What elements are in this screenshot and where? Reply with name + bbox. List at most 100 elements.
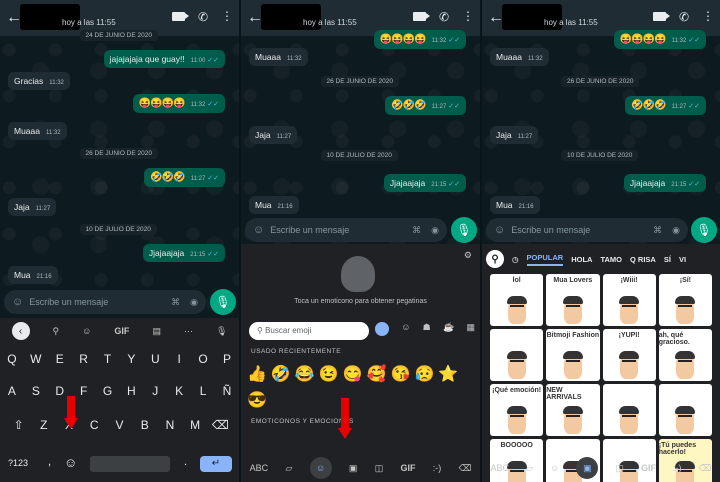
bitmoji-sticker[interactable]: ¡Sí!: [658, 274, 712, 326]
people-category-icon[interactable]: ☗: [423, 322, 431, 336]
emoji-icon[interactable]: ☺: [253, 224, 264, 236]
emoji-tab-icon[interactable]: ☺: [550, 463, 559, 473]
camera-icon[interactable]: ◉: [672, 225, 680, 236]
abc-button[interactable]: ABC: [250, 463, 269, 473]
mic-button[interactable]: 🎙: [210, 289, 236, 315]
emoji-icon[interactable]: ☺: [494, 224, 505, 236]
message-input[interactable]: ☺ Escribe un mensaje ⌘ ◉: [486, 218, 688, 242]
gif-button[interactable]: GIF: [641, 463, 656, 473]
key-y[interactable]: Y: [121, 352, 141, 366]
bitmoji-sticker[interactable]: lol: [490, 274, 544, 326]
backspace-icon[interactable]: ⌫: [459, 463, 472, 474]
bitmoji-sticker[interactable]: ¡Qué emoción!: [490, 384, 544, 436]
key-a[interactable]: A: [2, 384, 22, 398]
key-q[interactable]: Q: [2, 352, 22, 366]
key-k[interactable]: K: [169, 384, 189, 398]
bitmoji-sticker[interactable]: [602, 384, 656, 436]
emoticon-button[interactable]: :-): [433, 463, 442, 473]
abc-button[interactable]: ABC: [491, 463, 510, 473]
voice-call-icon[interactable]: ✆: [439, 10, 449, 24]
key-z[interactable]: Z: [34, 418, 54, 432]
bitmoji-sticker[interactable]: Bitmoji Fashion: [546, 329, 600, 381]
sticker-icon[interactable]: ▱: [526, 463, 533, 474]
symbols-key[interactable]: ?123: [8, 458, 28, 468]
key-b[interactable]: B: [135, 418, 155, 432]
key-l[interactable]: L: [193, 384, 213, 398]
emoji-search-input[interactable]: ⚲ Buscar emoji: [249, 322, 369, 340]
attach-icon[interactable]: ⌘: [171, 297, 180, 308]
period-key[interactable]: .: [184, 456, 187, 468]
video-call-icon[interactable]: [652, 12, 670, 21]
bitmoji-sticker[interactable]: [490, 329, 544, 381]
video-call-icon[interactable]: [171, 12, 189, 21]
key-e[interactable]: E: [50, 352, 70, 366]
sticker-tab[interactable]: TAMO: [600, 255, 622, 264]
emoji-icon[interactable]: ☺: [12, 296, 23, 308]
sticker-tab[interactable]: Q RISA: [630, 255, 656, 264]
sticker-tab[interactable]: VI: [679, 255, 686, 264]
sticker-pack-icon[interactable]: ◫: [375, 463, 384, 474]
more-options-icon[interactable]: ⋮: [702, 10, 714, 24]
clipboard-icon[interactable]: ▤: [152, 326, 161, 337]
enter-key[interactable]: ↵: [200, 456, 232, 472]
mic-button[interactable]: 🎙: [451, 217, 477, 243]
bitmoji-sticker[interactable]: ¡Wiii!: [602, 274, 656, 326]
recent-category-icon[interactable]: [375, 322, 389, 336]
key-s[interactable]: S: [26, 384, 46, 398]
bitmoji-icon[interactable]: ▣: [576, 457, 599, 479]
key-h[interactable]: H: [121, 384, 141, 398]
smileys-category-icon[interactable]: ☺: [401, 322, 410, 336]
emoticon-button[interactable]: :-): [673, 463, 682, 473]
sticker-search-icon[interactable]: ⚲: [486, 250, 504, 268]
key-n[interactable]: N: [160, 418, 180, 432]
key-i[interactable]: I: [169, 352, 189, 366]
backspace-icon[interactable]: ⌫: [699, 463, 712, 474]
gif-button[interactable]: GIF: [114, 326, 129, 336]
camera-icon[interactable]: ◉: [431, 225, 439, 236]
more-options-icon[interactable]: ⋮: [221, 10, 233, 24]
recent-emojis[interactable]: 👍🤣😂😉😋🥰😘😥⭐😎: [247, 362, 475, 414]
key-v[interactable]: V: [109, 418, 129, 432]
key-c[interactable]: C: [84, 418, 104, 432]
mic-icon[interactable]: 🎙: [216, 326, 227, 337]
video-call-icon[interactable]: [412, 12, 430, 21]
key-u[interactable]: U: [145, 352, 165, 366]
key-m[interactable]: M: [185, 418, 205, 432]
sticker-tab[interactable]: SÍ: [664, 255, 671, 264]
key-t[interactable]: T: [98, 352, 118, 366]
bitmoji-sticker[interactable]: ah, qué gracioso.: [658, 329, 712, 381]
emoji-tab-icon[interactable]: ☺: [309, 457, 332, 479]
recent-stickers-icon[interactable]: ◷: [512, 255, 519, 264]
comma-key[interactable]: ,: [48, 456, 51, 468]
key-j[interactable]: J: [145, 384, 165, 398]
voice-call-icon[interactable]: ✆: [679, 10, 689, 24]
shift-icon[interactable]: ⇧: [9, 418, 29, 432]
key-w[interactable]: W: [26, 352, 46, 366]
sticker-tab[interactable]: POPULAR: [526, 253, 564, 266]
sticker-pack-icon[interactable]: ◫: [615, 463, 624, 474]
message-input[interactable]: ☺ Escribe un mensaje ⌘ ◉: [4, 290, 206, 314]
camera-icon[interactable]: ◉: [190, 297, 198, 308]
key-o[interactable]: O: [193, 352, 213, 366]
emoji-key-icon[interactable]: ☺: [64, 455, 77, 470]
more-categories-icon[interactable]: ▦: [466, 322, 475, 336]
message-input[interactable]: ☺ Escribe un mensaje ⌘ ◉: [245, 218, 447, 242]
attach-icon[interactable]: ⌘: [412, 225, 421, 236]
sticker-tab[interactable]: HOLA: [571, 255, 592, 264]
key-g[interactable]: G: [98, 384, 118, 398]
mic-button[interactable]: 🎙: [691, 217, 717, 243]
settings-icon[interactable]: ⚙: [464, 250, 472, 261]
attach-icon[interactable]: ⌘: [653, 225, 662, 236]
backspace-icon[interactable]: ⌫: [210, 418, 230, 432]
bitmoji-sticker[interactable]: NEW ARRIVALS: [546, 384, 600, 436]
collapse-icon[interactable]: ‹: [11, 322, 30, 340]
search-icon[interactable]: ⚲: [53, 326, 60, 337]
key-ñ[interactable]: Ñ: [217, 384, 237, 398]
voice-call-icon[interactable]: ✆: [198, 10, 208, 24]
bitmoji-sticker[interactable]: Mua Lovers: [546, 274, 600, 326]
more-options-icon[interactable]: ⋮: [462, 10, 474, 24]
sticker-icon[interactable]: ▱: [285, 463, 292, 474]
bitmoji-sticker[interactable]: ¡YUPI!: [602, 329, 656, 381]
key-r[interactable]: R: [74, 352, 94, 366]
more-icon[interactable]: ⋯: [184, 326, 193, 337]
